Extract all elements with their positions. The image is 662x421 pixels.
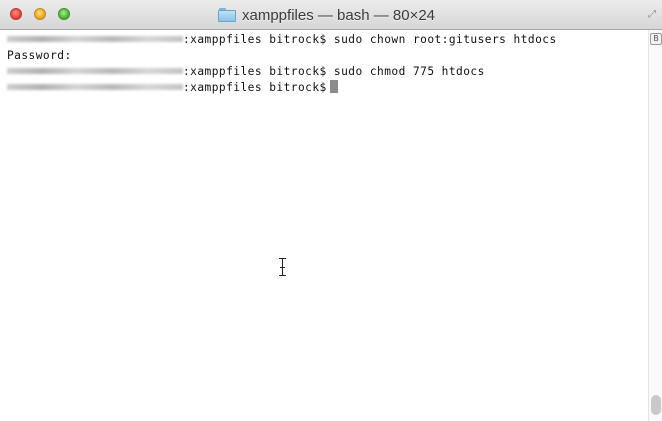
zoom-button[interactable] [58,8,70,20]
terminal-window: xamppfiles — bash — 80×24 ⤢ :xamppfiles … [0,0,662,421]
vertical-scrollbar[interactable]: B [648,30,662,421]
command-text: sudo chown root:gitusers htdocs [326,33,557,46]
scroll-thumb[interactable] [651,395,661,415]
redacted-hostname [7,68,183,74]
minimize-button[interactable] [34,8,46,20]
terminal-line: :xamppfiles bitrock$ sudo chown root:git… [7,32,557,48]
close-button[interactable] [10,8,22,20]
ibeam-cursor-icon [278,257,288,277]
folder-icon [218,8,236,22]
prompt: :xamppfiles bitrock$ [183,81,327,94]
window-title-text: xamppfiles — bash — 80×24 [242,6,436,24]
terminal-line: :xamppfiles bitrock$ [7,80,338,96]
command-text: sudo chmod 775 htdocs [326,65,485,78]
title-bar[interactable]: xamppfiles — bash — 80×24 ⤢ [0,0,662,30]
bookmark-marker-icon[interactable]: B [650,33,662,45]
prompt: :xamppfiles bitrock$ [183,65,327,78]
password-prompt: Password: [7,49,72,62]
terminal-line: :xamppfiles bitrock$ sudo chmod 775 htdo… [7,64,485,80]
prompt: :xamppfiles bitrock$ [183,33,327,46]
fullscreen-icon[interactable]: ⤢ [648,9,660,21]
text-cursor [329,80,338,93]
terminal-line: Password: [7,48,72,64]
redacted-hostname [7,36,183,42]
window-title: xamppfiles — bash — 80×24 [218,5,435,25]
redacted-hostname [7,84,183,90]
terminal-content[interactable]: :xamppfiles bitrock$ sudo chown root:git… [0,30,648,421]
